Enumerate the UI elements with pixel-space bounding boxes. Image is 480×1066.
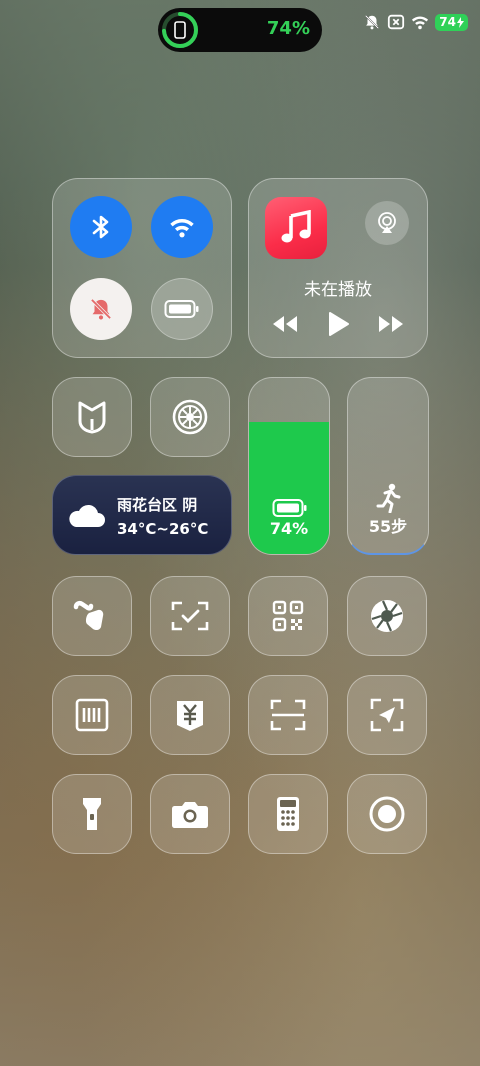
bluetooth-toggle[interactable] <box>70 196 132 258</box>
weather-temperature: 34°C~26°C <box>117 520 209 538</box>
beautify-tile[interactable] <box>52 576 132 656</box>
battery-icon <box>164 300 199 318</box>
battery-icon <box>272 499 307 517</box>
nfc-card-tile[interactable] <box>52 675 132 755</box>
battery-tile[interactable]: 74% <box>248 377 330 555</box>
airplay-icon <box>378 212 396 233</box>
silent-mode-toggle[interactable] <box>70 278 132 340</box>
media-controls <box>249 311 427 337</box>
flashlight-icon <box>83 798 101 830</box>
mi-home-tile[interactable] <box>52 377 132 457</box>
dynamic-island-battery[interactable]: 74% <box>158 8 322 52</box>
bluetooth-icon <box>92 215 109 239</box>
settings-tile[interactable] <box>150 377 230 457</box>
camera-tile[interactable] <box>150 774 230 854</box>
payment-icon <box>177 701 203 731</box>
screenshot-tile[interactable] <box>347 675 427 755</box>
steps-count-label: 55步 <box>368 517 408 536</box>
scan-icon <box>270 699 306 731</box>
battery-badge: 74 <box>435 13 468 31</box>
wifi-toggle[interactable] <box>151 196 213 258</box>
weather-location: 雨花台区 阴 <box>117 496 198 514</box>
audio-output-button[interactable] <box>365 201 409 245</box>
record-icon <box>369 796 405 832</box>
island-battery-text: 74% <box>266 18 310 39</box>
wifi-icon <box>412 16 429 30</box>
flashlight-tile[interactable] <box>52 774 132 854</box>
wifi-icon <box>170 219 194 238</box>
aperture-icon <box>371 600 403 632</box>
scan-tile[interactable] <box>248 675 328 755</box>
calculator-icon <box>277 797 299 831</box>
fast-forward-icon[interactable] <box>377 314 405 334</box>
cloud-icon <box>69 504 105 527</box>
status-icons: 74 <box>363 12 468 32</box>
gear-icon <box>172 399 208 435</box>
charging-bolt-icon <box>457 16 464 28</box>
now-playing-text: 未在播放 <box>304 280 372 300</box>
bell-off-icon <box>90 298 112 320</box>
nfc-card-icon <box>75 698 109 732</box>
steps-tile[interactable]: 55步 <box>347 377 429 555</box>
media-panel: 未在播放 <box>248 178 428 358</box>
connectivity-panel <box>52 178 232 358</box>
running-icon <box>376 483 401 513</box>
payment-tile[interactable] <box>150 675 230 755</box>
aperture-tile[interactable] <box>347 576 427 656</box>
battery-percent-label: 74% <box>269 519 309 538</box>
screenshot-icon <box>370 698 404 732</box>
qr-scan-tile[interactable] <box>248 576 328 656</box>
music-note-icon <box>281 210 311 243</box>
rewind-icon[interactable] <box>271 314 299 334</box>
camera-icon <box>172 802 208 828</box>
battery-badge-text: 74 <box>439 14 456 29</box>
screen-record-tile[interactable] <box>347 774 427 854</box>
weather-tile[interactable]: 雨花台区 阴 34°C~26°C <box>52 475 232 555</box>
calculator-tile[interactable] <box>248 774 328 854</box>
qr-code-icon <box>272 600 304 632</box>
bell-off-icon <box>365 15 380 30</box>
play-icon[interactable] <box>326 311 350 337</box>
scan-check-icon <box>171 601 209 631</box>
battery-saver-toggle[interactable] <box>151 278 213 340</box>
brush-icon <box>73 600 104 631</box>
x-box-icon <box>388 14 405 30</box>
scan-check-tile[interactable] <box>150 576 230 656</box>
mi-home-icon <box>78 401 106 434</box>
battery-ring-icon <box>162 12 198 48</box>
music-app-button[interactable] <box>265 197 327 259</box>
